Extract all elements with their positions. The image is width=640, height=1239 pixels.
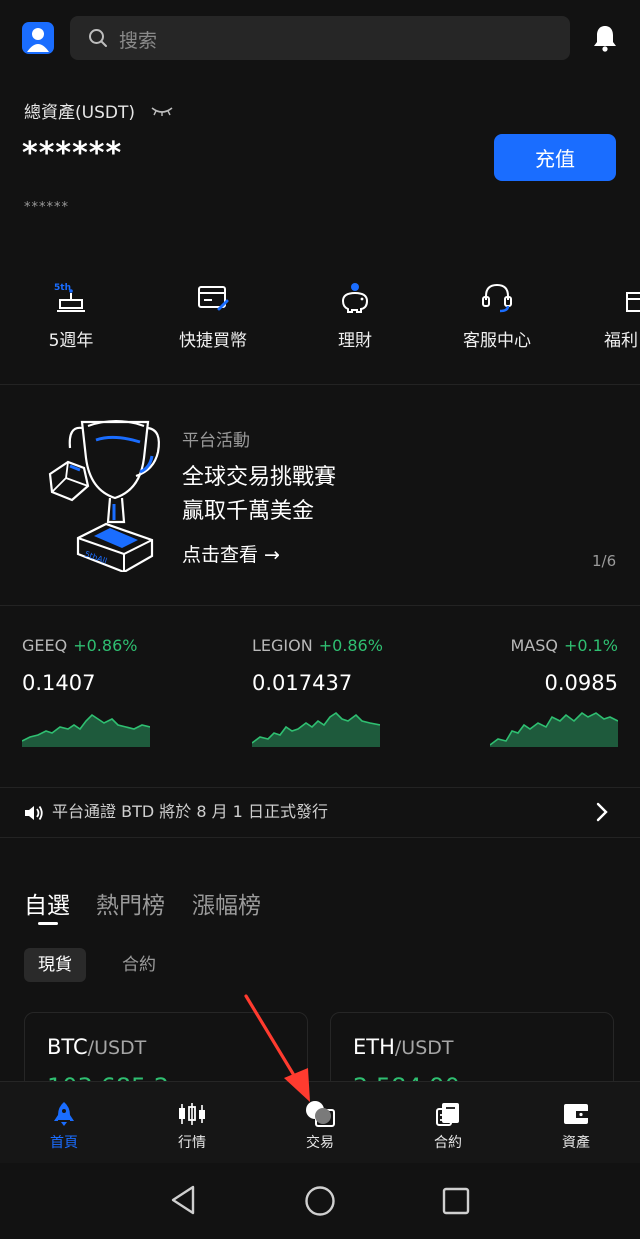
banner-title-line1: 全球交易挑戰賽	[182, 465, 337, 490]
pair-base: BTC	[47, 1035, 88, 1059]
pair-quote: /USDT	[394, 1037, 454, 1059]
ticker-price: 0.0985	[544, 671, 618, 695]
headset-icon	[437, 280, 557, 316]
nav-label: 行情	[178, 1135, 206, 1151]
home-circle-icon[interactable]	[304, 1185, 336, 1221]
quick-item-quick-buy[interactable]: 快捷買幣	[153, 280, 273, 351]
contract-icon	[403, 1100, 493, 1128]
quick-item-label: 快捷買幣	[179, 331, 247, 351]
quick-item-rewards[interactable]: 福利	[574, 280, 640, 351]
trophy-illustration-icon: 5thAll	[44, 416, 162, 576]
ticker-name: MASQ	[510, 636, 558, 655]
quick-item-label: 客服中心	[463, 331, 531, 351]
ticker-sparkline	[490, 711, 618, 747]
total-assets-value: ******	[22, 136, 123, 171]
speaker-icon	[24, 804, 44, 826]
banner-page-indicator: 1/6	[592, 552, 617, 570]
ticker-change: +0.86%	[73, 636, 138, 655]
wallet-icon	[531, 1100, 621, 1128]
banner-title-line2: 贏取千萬美金	[182, 499, 315, 524]
ticker-name: LEGION	[252, 636, 313, 655]
total-assets-fiat: ******	[24, 200, 69, 215]
divider	[0, 605, 640, 606]
banner-tag: 平台活動	[182, 431, 250, 451]
divider	[0, 837, 640, 838]
promo-banner[interactable]: 5thAll 平台活動 全球交易挑戰賽 贏取千萬美金 点击查看 → 1/6	[0, 386, 640, 604]
subtab-futures[interactable]: 合約	[108, 948, 170, 982]
pair-base: ETH	[353, 1035, 395, 1059]
ticker-sparkline	[22, 713, 150, 747]
notice-bar[interactable]: 平台通證 BTD 將於 8 月 1 日正式發行	[0, 788, 640, 836]
avatar-icon[interactable]	[22, 22, 54, 54]
ticker-geeq[interactable]: GEEQ +0.86% 0.1407	[22, 636, 222, 747]
nav-home[interactable]: 首頁	[19, 1100, 109, 1152]
recents-square-icon[interactable]	[442, 1187, 470, 1219]
quick-item-earn[interactable]: 理財	[295, 280, 415, 351]
ticker-change: +0.1%	[563, 636, 618, 655]
system-nav-bar	[0, 1163, 640, 1239]
bell-icon[interactable]	[592, 24, 618, 56]
card-buy-icon	[153, 280, 273, 316]
deposit-button[interactable]: 充值	[494, 134, 616, 181]
top-bar: 搜索	[0, 0, 640, 78]
quick-item-label: 理財	[338, 331, 372, 351]
svg-text:5thAll: 5thAll	[83, 549, 108, 565]
ticker-sparkline	[252, 711, 380, 747]
nav-label: 合約	[434, 1135, 462, 1151]
quick-item-label: 5週年	[48, 331, 94, 351]
ticker-name: GEEQ	[22, 636, 68, 655]
gift-icon	[574, 280, 640, 316]
quick-item-support[interactable]: 客服中心	[437, 280, 557, 351]
tab-favorites[interactable]: 自選	[24, 886, 70, 920]
nav-contracts[interactable]: 合約	[403, 1100, 493, 1152]
home-rocket-icon	[19, 1100, 109, 1128]
tab-gainers[interactable]: 漲幅榜	[192, 886, 261, 920]
anniversary-cake-icon: 5th	[11, 280, 131, 316]
search-input[interactable]: 搜索	[70, 16, 570, 60]
pair-quote: /USDT	[87, 1037, 147, 1059]
quick-item-anniversary[interactable]: 5th 5週年	[11, 280, 131, 351]
nav-assets[interactable]: 資產	[531, 1100, 621, 1152]
nav-markets[interactable]: 行情	[147, 1100, 237, 1152]
search-icon	[88, 28, 108, 52]
divider	[0, 384, 640, 385]
banner-cta-link[interactable]: 点击查看 →	[182, 540, 280, 567]
back-triangle-icon[interactable]	[170, 1185, 196, 1219]
quick-item-label: 福利	[604, 331, 638, 351]
ticker-masq[interactable]: MASQ +0.1% 0.0985	[418, 636, 618, 747]
svg-text:5th: 5th	[54, 283, 71, 293]
tab-active-indicator	[38, 922, 58, 925]
nav-trade[interactable]: 交易	[275, 1100, 365, 1152]
search-placeholder: 搜索	[119, 30, 158, 52]
nav-label: 首頁	[50, 1135, 78, 1151]
piggy-bank-icon	[295, 280, 415, 316]
trade-exchange-icon	[275, 1100, 365, 1128]
quick-actions: 5th 5週年 快捷買幣 理財 客服中心 福利	[0, 280, 640, 360]
subtab-spot[interactable]: 現貨	[24, 948, 86, 982]
nav-label: 交易	[306, 1135, 334, 1151]
total-assets-label: 總資產(USDT)	[24, 103, 135, 123]
tab-hot[interactable]: 熱門榜	[96, 886, 165, 920]
ticker-price: 0.1407	[22, 671, 96, 695]
chevron-right-icon[interactable]	[596, 802, 608, 826]
candlestick-icon	[147, 1100, 237, 1128]
nav-label: 資產	[562, 1135, 590, 1151]
ticker-change: +0.86%	[318, 636, 383, 655]
bottom-nav: 首頁 行情 交易 合約 資產	[0, 1081, 640, 1163]
notice-text: 平台通證 BTD 將於 8 月 1 日正式發行	[52, 802, 328, 821]
hide-eye-icon[interactable]	[150, 102, 174, 121]
